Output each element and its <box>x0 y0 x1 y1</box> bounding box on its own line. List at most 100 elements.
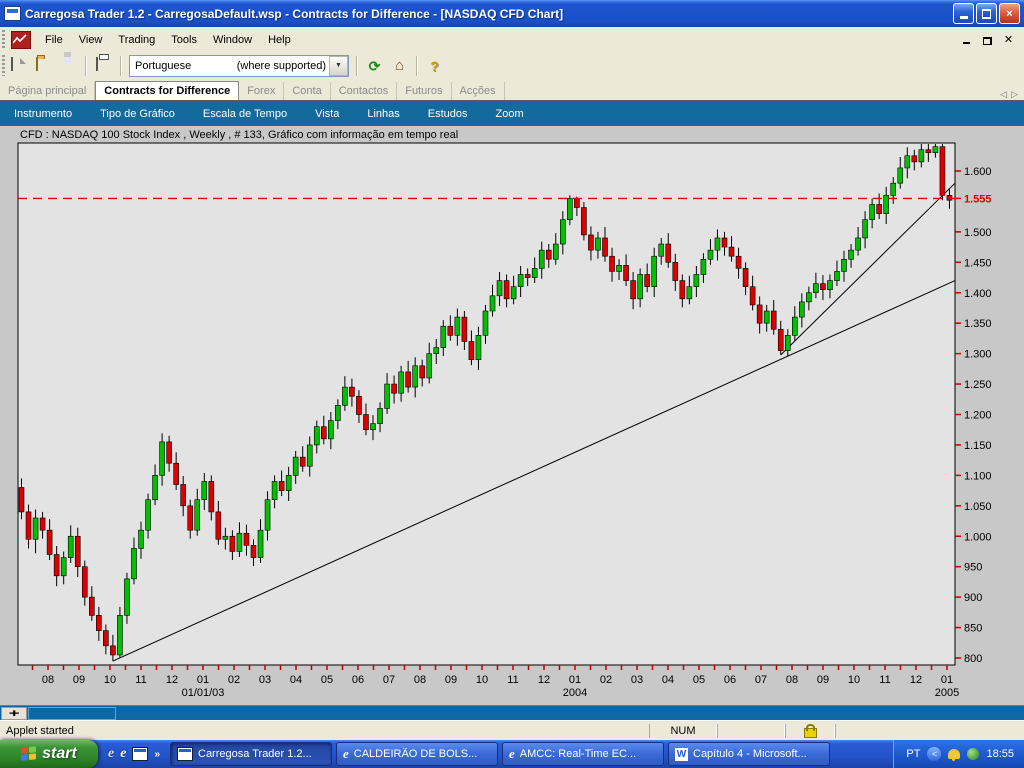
svg-text:07: 07 <box>383 674 395 686</box>
carregosa-logo-icon <box>11 31 31 49</box>
nav-estudos[interactable]: Estudos <box>414 103 482 125</box>
svg-text:800: 800 <box>964 653 982 665</box>
menu-view[interactable]: View <box>71 31 111 49</box>
svg-text:05: 05 <box>321 674 333 686</box>
close-button[interactable]: × <box>999 3 1020 24</box>
new-button[interactable] <box>7 55 30 77</box>
svg-text:1.450: 1.450 <box>964 257 992 269</box>
refresh-icon: ⟳ <box>367 58 383 74</box>
svg-text:09: 09 <box>445 674 457 686</box>
svg-text:09: 09 <box>73 674 85 686</box>
task-amcc-realtime[interactable]: e AMCC: Real-Time EC... <box>502 742 664 766</box>
carregosa-task-icon <box>177 747 193 761</box>
tab-conta[interactable]: Conta <box>284 82 330 100</box>
mdi-restore-button[interactable] <box>980 33 995 46</box>
toolbar-separator <box>120 56 122 76</box>
svg-text:11: 11 <box>879 674 890 686</box>
nav-zoom[interactable]: Zoom <box>482 103 538 125</box>
notification-bell-icon[interactable] <box>948 749 960 759</box>
restore-button[interactable] <box>976 3 997 24</box>
home-button[interactable]: ⌂ <box>388 55 411 77</box>
outlook-express-icon[interactable]: e <box>108 746 114 762</box>
svg-text:1.350: 1.350 <box>964 318 992 330</box>
tab-contactos[interactable]: Contactos <box>331 82 398 100</box>
task-caldeirao-de-bolsa[interactable]: e CALDEIRÃO DE BOLS... <box>336 742 498 766</box>
word-icon: W <box>675 748 688 761</box>
svg-text:08: 08 <box>414 674 426 686</box>
section-tab-bar: Página principal Contracts for Differenc… <box>0 79 1024 102</box>
internet-explorer-icon[interactable]: e <box>120 746 126 762</box>
window-title: Carregosa Trader 1.2 - CarregosaDefault.… <box>25 7 563 21</box>
svg-text:1.600: 1.600 <box>964 166 992 178</box>
toolbar-separator <box>356 56 358 76</box>
title-bar[interactable]: Carregosa Trader 1.2 - CarregosaDefault.… <box>0 0 1024 27</box>
language-indicator[interactable]: PT <box>906 748 920 760</box>
mdi-close-button[interactable]: ✕ <box>1001 33 1016 46</box>
svg-text:04: 04 <box>662 674 674 686</box>
language-dropdown-button[interactable]: ▼ <box>329 56 348 76</box>
svg-text:07: 07 <box>755 674 767 686</box>
language-value: Portuguese <box>130 60 191 72</box>
mdi-minimize-button[interactable] <box>959 33 974 46</box>
chart-scrollbar[interactable]: + <box>0 705 1024 721</box>
nav-escala-de-tempo[interactable]: Escala de Tempo <box>189 103 301 125</box>
language-note: (where supported) <box>237 60 329 72</box>
clock: 18:55 <box>986 748 1014 760</box>
quick-launch: e e » <box>98 746 168 762</box>
tab-pagina-principal[interactable]: Página principal <box>0 82 95 100</box>
menu-window[interactable]: Window <box>205 31 260 49</box>
open-folder-icon <box>36 57 38 71</box>
chart-area[interactable]: CFD : NASDAQ 100 Stock Index , Weekly , … <box>0 126 1024 705</box>
help-icon: ? <box>427 58 443 74</box>
task-carregosa-trader[interactable]: Carregosa Trader 1.2... <box>170 742 332 766</box>
status-message: Applet started <box>0 725 649 737</box>
svg-text:1.000: 1.000 <box>964 531 992 543</box>
refresh-button[interactable]: ⟳ <box>363 55 386 77</box>
nav-linhas[interactable]: Linhas <box>353 103 413 125</box>
print-button[interactable] <box>92 55 115 77</box>
menu-help[interactable]: Help <box>260 31 299 49</box>
carregosa-quick-icon[interactable] <box>132 747 148 761</box>
language-combobox[interactable]: Portuguese (where supported) ▼ <box>129 55 349 77</box>
svg-text:01: 01 <box>569 674 581 686</box>
svg-text:1.050: 1.050 <box>964 501 992 513</box>
minimize-button[interactable] <box>953 3 974 24</box>
toolbar: Portuguese (where supported) ▼ ⟳ ⌂ ? <box>0 52 1024 79</box>
toolbar-grip2[interactable] <box>2 55 5 77</box>
menu-trading[interactable]: Trading <box>110 31 163 49</box>
crosshair-tool-button[interactable]: + <box>1 707 27 720</box>
crosshair-icon: + <box>9 708 20 720</box>
mdi-minimize-icon <box>963 42 970 44</box>
help-button[interactable]: ? <box>423 55 446 77</box>
svg-text:01/01/03: 01/01/03 <box>182 687 225 699</box>
svg-text:06: 06 <box>724 674 736 686</box>
toolbar-grip[interactable] <box>2 30 5 50</box>
open-button[interactable] <box>32 55 55 77</box>
messenger-icon[interactable] <box>967 748 979 760</box>
nav-instrumento[interactable]: Instrumento <box>0 103 86 125</box>
tab-contracts-for-difference[interactable]: Contracts for Difference <box>95 81 239 100</box>
nav-tipo-de-grafico[interactable]: Tipo de Gráfico <box>86 103 189 125</box>
menu-file[interactable]: File <box>37 31 71 49</box>
svg-text:11: 11 <box>507 674 518 686</box>
save-button[interactable] <box>57 55 80 77</box>
tab-futuros[interactable]: Futuros <box>397 82 451 100</box>
task-capitulo4-word[interactable]: W Capítulo 4 - Microsoft... <box>668 742 830 766</box>
tab-scroll-left-icon[interactable]: ◁ <box>1000 89 1007 100</box>
num-lock-indicator: NUM <box>649 724 717 738</box>
svg-text:850: 850 <box>964 623 982 635</box>
tab-scroll-right-icon[interactable]: ▷ <box>1011 89 1018 100</box>
candlestick-chart[interactable]: 1.6001.5001.4501.4001.3501.3001.2501.200… <box>0 126 1024 705</box>
toolbar-separator <box>85 56 87 76</box>
nav-vista[interactable]: Vista <box>301 103 353 125</box>
scrollbar-thumb[interactable] <box>28 707 116 720</box>
start-button[interactable]: start <box>0 740 98 768</box>
mdi-restore-icon <box>983 37 992 45</box>
svg-text:08: 08 <box>786 674 798 686</box>
quick-launch-overflow-chevron[interactable]: » <box>154 749 160 760</box>
restore-icon <box>982 10 991 18</box>
tray-collapse-chevron[interactable]: < <box>927 747 941 761</box>
menu-tools[interactable]: Tools <box>163 31 205 49</box>
tab-forex[interactable]: Forex <box>239 82 284 100</box>
tab-accoes[interactable]: Acções <box>452 82 505 100</box>
